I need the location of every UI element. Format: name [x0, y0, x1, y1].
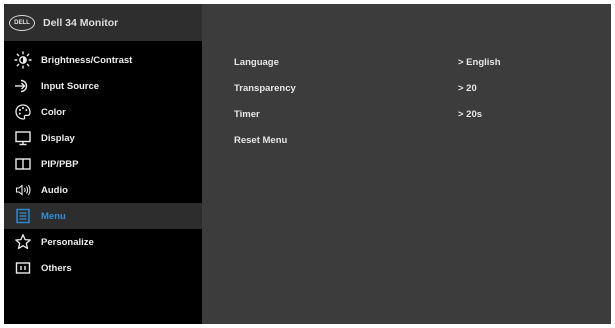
sidebar-item-label: Brightness/Contrast	[41, 54, 133, 66]
setting-label: Reset Menu	[234, 135, 288, 146]
brightness-icon	[14, 51, 32, 69]
sidebar-item-input-source[interactable]: Input Source	[4, 73, 202, 99]
menu-settings-panel: Language > English Transparency > 20 Tim…	[202, 41, 611, 324]
sidebar-item-label: PIP/PBP	[41, 158, 79, 170]
input-source-icon	[14, 77, 32, 95]
sidebar-item-others[interactable]: Others	[4, 255, 202, 281]
setting-row-transparency[interactable]: Transparency > 20	[234, 81, 594, 99]
setting-label: Transparency	[234, 83, 296, 94]
setting-value: > 20	[458, 83, 477, 94]
dell-logo: DELL	[9, 14, 35, 31]
color-icon	[14, 103, 32, 121]
sidebar-menu: Brightness/Contrast Input Source Color D…	[4, 41, 202, 324]
pip-pbp-icon	[14, 155, 32, 173]
sidebar-item-brightness-contrast[interactable]: Brightness/Contrast	[4, 47, 202, 73]
setting-value: > 20s	[458, 109, 483, 120]
sidebar-item-color[interactable]: Color	[4, 99, 202, 125]
display-icon	[14, 129, 32, 147]
setting-label: Language	[234, 57, 279, 68]
sidebar-item-menu[interactable]: Menu	[4, 203, 202, 229]
sidebar-item-pip-pbp[interactable]: PIP/PBP	[4, 151, 202, 177]
menu-icon	[14, 207, 32, 225]
sidebar-item-display[interactable]: Display	[4, 125, 202, 151]
setting-value: > English	[458, 57, 501, 68]
setting-row-timer[interactable]: Timer > 20s	[234, 107, 594, 125]
osd-header: DELL Dell 34 Monitor	[4, 4, 202, 41]
sidebar-item-label: Menu	[41, 210, 66, 222]
star-icon	[14, 233, 32, 251]
audio-icon	[14, 181, 32, 199]
sidebar-item-label: Display	[41, 132, 75, 144]
sidebar-item-label: Input Source	[41, 80, 100, 92]
others-icon	[14, 259, 32, 277]
sidebar-item-label: Color	[41, 106, 66, 118]
sidebar-item-audio[interactable]: Audio	[4, 177, 202, 203]
sidebar-item-label: Audio	[41, 184, 68, 196]
header-spacer	[202, 4, 611, 41]
sidebar-item-label: Others	[41, 262, 72, 274]
setting-row-reset-menu[interactable]: Reset Menu	[234, 133, 594, 151]
setting-row-language[interactable]: Language > English	[234, 55, 594, 73]
sidebar-item-personalize[interactable]: Personalize	[4, 229, 202, 255]
setting-label: Timer	[234, 109, 260, 120]
monitor-title: Dell 34 Monitor	[43, 16, 119, 29]
osd-window: DELL Dell 34 Monitor Brightness/Contrast…	[4, 4, 611, 324]
sidebar-item-label: Personalize	[41, 236, 94, 248]
